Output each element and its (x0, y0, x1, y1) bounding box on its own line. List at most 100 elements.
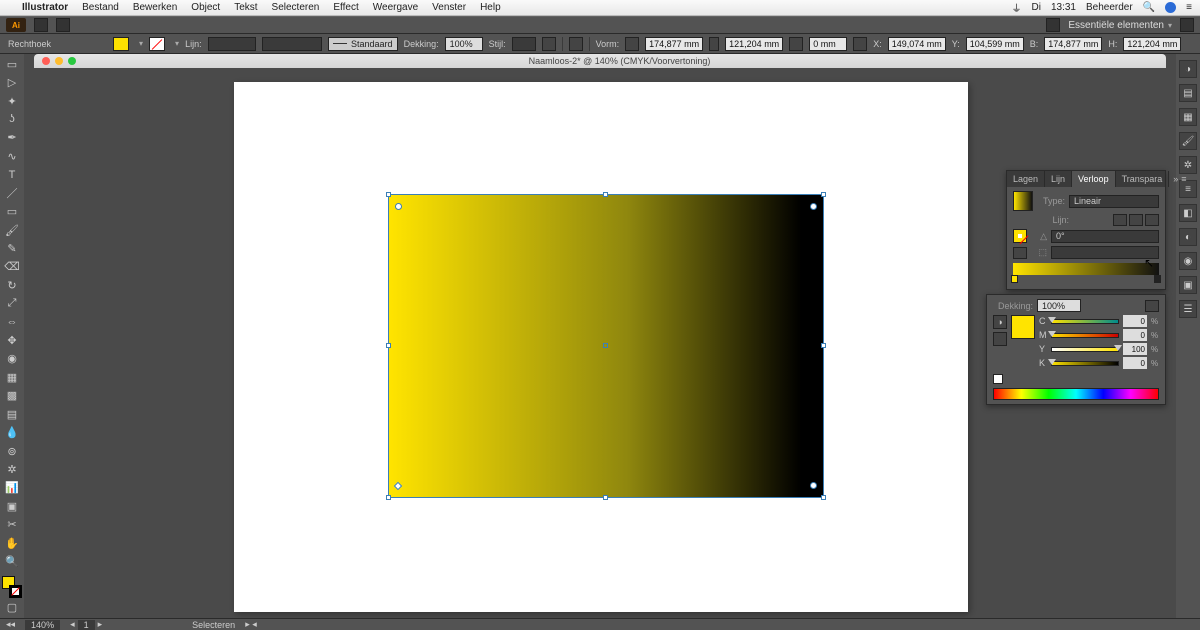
stroke-color-icon[interactable] (9, 585, 22, 598)
shape-width-field[interactable]: 174,877 mm (645, 37, 703, 51)
screen-mode-tool[interactable]: ▢ (2, 600, 22, 616)
tab-transparency[interactable]: Transpara (1116, 171, 1170, 187)
artboard[interactable] (234, 82, 968, 612)
scroll-left-icon[interactable]: ▸ ◂ (245, 619, 257, 630)
zoom-field[interactable]: 140% (25, 620, 60, 630)
corner-radius-field[interactable]: 0 mm (809, 37, 847, 51)
gradient-annotator[interactable] (810, 203, 817, 210)
ref-point-icon[interactable] (853, 37, 867, 51)
gradient-stop-start[interactable] (1011, 275, 1018, 283)
stroke-dash-field[interactable] (262, 37, 322, 51)
resize-handle[interactable] (603, 495, 608, 500)
angle-field[interactable]: 0° (1051, 230, 1159, 243)
nav-prev-icon[interactable]: ◂◂ (6, 619, 15, 630)
menu-window[interactable]: Venster (432, 2, 466, 13)
mesh-tool[interactable]: ▩ (2, 388, 22, 404)
k-value[interactable]: 0 (1123, 357, 1147, 369)
pencil-tool[interactable]: ✎ (2, 240, 22, 256)
arrange-docs-icon[interactable] (56, 18, 70, 32)
gradient-annotator[interactable] (394, 482, 402, 490)
corner-icon[interactable] (789, 37, 803, 51)
free-transform-tool[interactable]: ✥ (2, 332, 22, 348)
color-guide-panel-icon[interactable]: ▤ (1179, 84, 1197, 102)
c-slider[interactable] (1051, 319, 1119, 324)
gradient-annotator[interactable] (810, 482, 817, 489)
menu-effect[interactable]: Effect (333, 2, 358, 13)
menu-view[interactable]: Weergave (373, 2, 418, 13)
menu-help[interactable]: Help (480, 2, 501, 13)
align-icon[interactable] (569, 37, 583, 51)
layers-panel-icon[interactable]: ☰ (1179, 300, 1197, 318)
fill-stroke-indicator[interactable] (2, 576, 22, 598)
line-tool[interactable]: ／ (2, 185, 22, 201)
app-menu[interactable]: Illustrator (22, 2, 68, 13)
recolor-icon[interactable] (542, 37, 556, 51)
sync-icon[interactable] (1046, 18, 1060, 32)
selected-rectangle[interactable] (389, 195, 823, 497)
menu-select[interactable]: Selecteren (272, 2, 320, 13)
tab-stroke[interactable]: Lijn (1045, 171, 1072, 187)
menu-edit[interactable]: Bewerken (133, 2, 177, 13)
stroke-grad-btn-1[interactable] (1113, 214, 1127, 226)
color-panel-icon[interactable]: ◑ (1179, 60, 1197, 78)
color-spectrum[interactable] (993, 388, 1159, 400)
c-value[interactable]: 0 (1123, 315, 1147, 327)
panel-collapse-icon[interactable] (1145, 300, 1159, 312)
resize-handle[interactable] (386, 343, 391, 348)
rotate-tool[interactable]: ↻ (2, 277, 22, 293)
width-tool[interactable]: ⇔ (2, 314, 22, 330)
tab-layers[interactable]: Lagen (1007, 171, 1045, 187)
selection-tool[interactable]: ▭ (2, 56, 22, 72)
gradient-preview-swatch[interactable] (1013, 191, 1033, 211)
x-field[interactable]: 149,074 mm (888, 37, 946, 51)
zoom-tool[interactable]: 🔍 (2, 553, 22, 569)
stroke-weight-field[interactable] (208, 37, 256, 51)
resize-handle[interactable] (821, 343, 826, 348)
current-color-swatch[interactable] (1011, 315, 1035, 339)
appearance-panel-icon[interactable]: ◉ (1179, 252, 1197, 270)
stop-opacity-field[interactable]: 100% (1037, 299, 1081, 312)
gradient-annotator[interactable] (395, 203, 402, 210)
paintbrush-tool[interactable]: 🖌 (2, 222, 22, 238)
perspective-tool[interactable]: ▦ (2, 369, 22, 385)
type-tool[interactable]: T (2, 167, 22, 183)
reverse-gradient-icon[interactable] (1013, 247, 1027, 259)
center-handle[interactable] (603, 343, 608, 348)
none-color-icon[interactable] (993, 374, 1003, 384)
bridge-icon[interactable] (34, 18, 48, 32)
stroke-grad-btn-2[interactable] (1129, 214, 1143, 226)
m-value[interactable]: 0 (1123, 329, 1147, 341)
eraser-tool[interactable]: ⌫ (2, 259, 22, 275)
panel-menu-icon[interactable]: »≡ (1169, 171, 1190, 187)
hand-tool[interactable]: ✋ (2, 535, 22, 551)
menu-text[interactable]: Tekst (234, 2, 257, 13)
stroke-swatch[interactable] (149, 37, 165, 51)
gradient-panel-icon[interactable]: ◧ (1179, 204, 1197, 222)
aspect-field[interactable] (1051, 246, 1159, 259)
cc-icon[interactable] (1165, 2, 1176, 13)
graphic-styles-panel-icon[interactable]: ▣ (1179, 276, 1197, 294)
resize-handle[interactable] (603, 192, 608, 197)
close-window-icon[interactable] (42, 57, 50, 65)
zoom-window-icon[interactable] (68, 57, 76, 65)
resize-handle[interactable] (386, 192, 391, 197)
curvature-tool[interactable]: ∿ (2, 148, 22, 164)
symbol-sprayer-tool[interactable]: ✲ (2, 461, 22, 477)
m-slider[interactable] (1051, 333, 1119, 338)
blend-tool[interactable]: ⊚ (2, 443, 22, 459)
y-slider[interactable] (1051, 347, 1119, 352)
scale-tool[interactable]: ⤢ (2, 295, 22, 311)
profile-field[interactable]: Standaard (328, 37, 398, 51)
pen-tool[interactable]: ✒ (2, 130, 22, 146)
rectangle-tool[interactable]: ▭ (2, 203, 22, 219)
k-slider[interactable] (1051, 361, 1119, 366)
magic-wand-tool[interactable]: ✦ (2, 93, 22, 109)
transparency-panel-icon[interactable]: ◐ (1179, 228, 1197, 246)
fill-swatch[interactable] (113, 37, 129, 51)
tab-gradient[interactable]: Verloop (1072, 171, 1116, 187)
h2-field[interactable]: 121,204 mm (1123, 37, 1181, 51)
y-field[interactable]: 104,599 mm (966, 37, 1024, 51)
brushes-panel-icon[interactable]: 🖌 (1179, 132, 1197, 150)
eyedropper-tool[interactable]: 💧 (2, 424, 22, 440)
resize-handle[interactable] (821, 495, 826, 500)
